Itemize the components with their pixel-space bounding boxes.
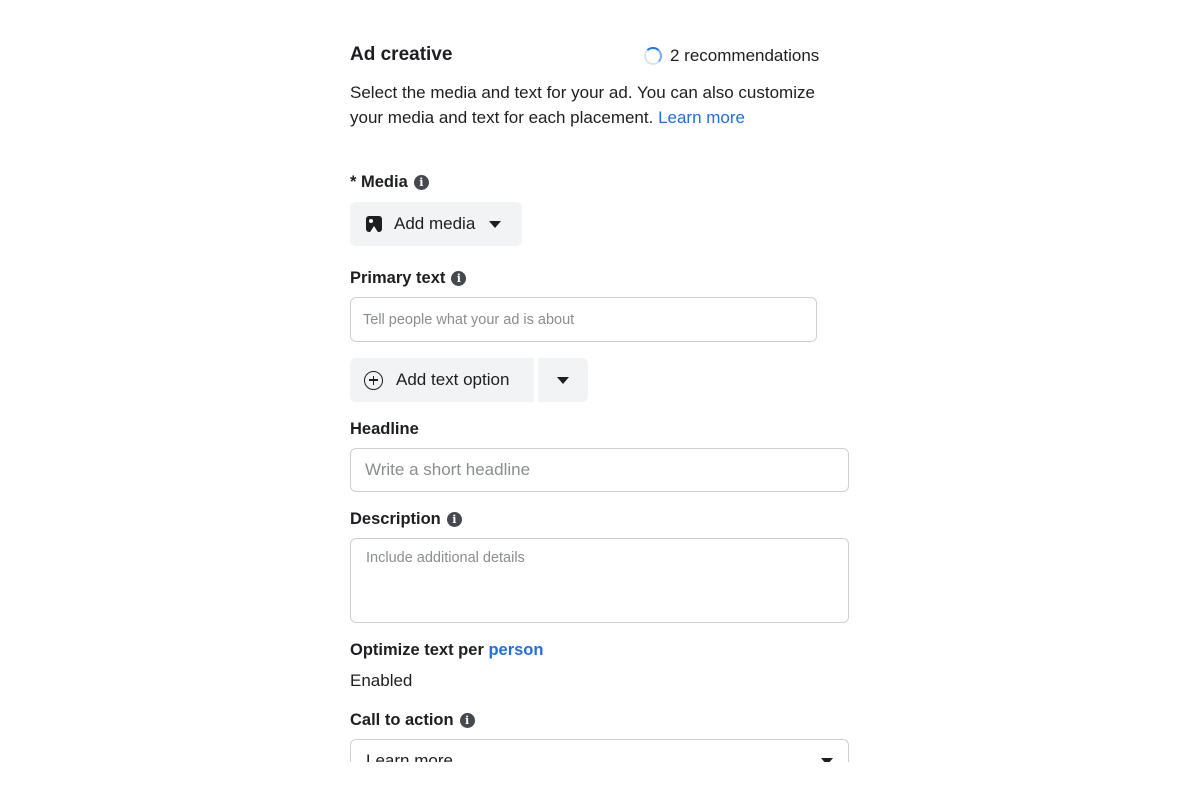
optimize-label: Optimize text per person bbox=[350, 641, 543, 660]
text-option-dropdown-button[interactable] bbox=[538, 358, 588, 402]
headline-input[interactable] bbox=[351, 449, 848, 491]
optimize-status: Enabled bbox=[350, 671, 413, 690]
primary-text-label-text: Primary text bbox=[350, 269, 446, 287]
description-input[interactable] bbox=[351, 539, 848, 622]
add-text-option-button[interactable]: Add text option bbox=[350, 358, 534, 402]
call-to-action-label-text: Call to action bbox=[350, 711, 454, 729]
ad-creative-panel: Ad creative 2 recommendations Select the… bbox=[350, 0, 850, 762]
primary-text-label: Primary text i bbox=[350, 269, 467, 288]
description-field[interactable] bbox=[350, 538, 849, 623]
add-media-label: Add media bbox=[394, 214, 476, 233]
headline-label-text: Headline bbox=[350, 420, 419, 438]
add-text-option-label: Add text option bbox=[396, 370, 510, 389]
media-label-text: * Media bbox=[350, 173, 408, 191]
headline-field[interactable] bbox=[350, 448, 849, 492]
recommendations-link[interactable]: 2 recommendations bbox=[644, 46, 819, 66]
description-label: Description i bbox=[350, 510, 462, 529]
info-icon[interactable]: i bbox=[413, 175, 429, 190]
person-link[interactable]: person bbox=[488, 641, 543, 660]
intro-text: Select the media and text for your ad. Y… bbox=[350, 83, 815, 127]
optimize-label-text: Optimize text per bbox=[350, 641, 489, 659]
primary-text-input[interactable] bbox=[351, 298, 816, 341]
spinner-icon bbox=[644, 47, 662, 65]
info-icon[interactable]: i bbox=[459, 713, 475, 728]
caret-down-icon bbox=[557, 376, 569, 384]
info-icon[interactable]: i bbox=[451, 271, 467, 286]
image-icon bbox=[366, 216, 382, 232]
recommendations-label: 2 recommendations bbox=[670, 46, 820, 65]
section-title: Ad creative bbox=[350, 44, 453, 65]
call-to-action-select[interactable]: Learn more bbox=[350, 739, 849, 762]
info-icon[interactable]: i bbox=[446, 512, 462, 527]
headline-label: Headline bbox=[350, 420, 419, 439]
add-media-button[interactable]: Add media bbox=[350, 202, 522, 246]
primary-text-field[interactable] bbox=[350, 297, 817, 342]
learn-more-link[interactable]: Learn more bbox=[658, 108, 745, 127]
caret-down-icon bbox=[821, 757, 833, 762]
section-description: Select the media and text for your ad. Y… bbox=[350, 80, 850, 130]
call-to-action-value: Learn more bbox=[366, 751, 453, 762]
media-label: * Media i bbox=[350, 173, 429, 192]
call-to-action-label: Call to action i bbox=[350, 711, 475, 730]
description-label-text: Description bbox=[350, 510, 441, 528]
plus-circle-icon bbox=[364, 370, 383, 390]
caret-down-icon bbox=[489, 220, 502, 228]
